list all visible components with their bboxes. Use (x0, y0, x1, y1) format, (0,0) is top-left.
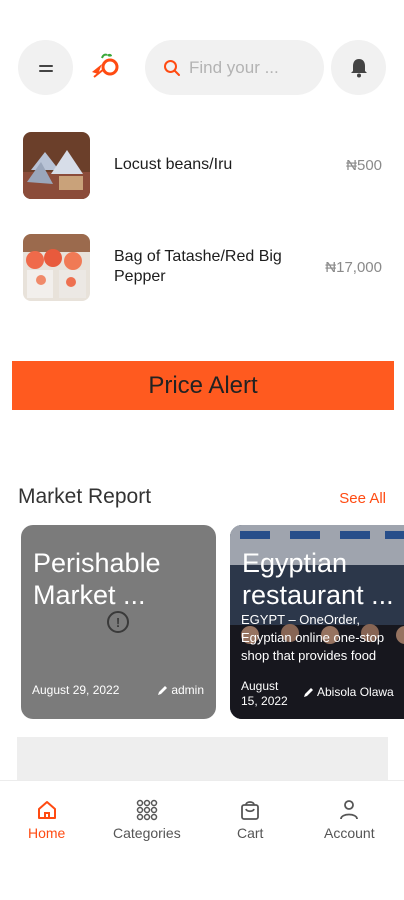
product-image (23, 131, 90, 199)
report-card[interactable]: Perishable Market ... ! August 29, 2022 … (21, 525, 216, 719)
nav-account-label: Account (324, 825, 375, 841)
date-line: 15, 2022 (241, 694, 288, 708)
report-card-author: Abisola Olawa (303, 685, 394, 699)
search-input[interactable] (189, 57, 299, 78)
pencil-icon (158, 685, 168, 695)
excerpt-line: shop that provides food (241, 648, 377, 663)
report-card[interactable]: Egyptian restaurant ... EGYPT – OneOrder… (230, 525, 404, 719)
report-card-date: August 29, 2022 (32, 683, 120, 697)
author-name: Abisola Olawa (317, 685, 394, 699)
pencil-icon (304, 687, 313, 697)
product-price: ₦500 (346, 156, 382, 174)
date-line: August (241, 679, 279, 693)
nav-home-label: Home (28, 825, 66, 841)
nav-cart-label: Cart (237, 825, 264, 841)
app-logo (92, 53, 119, 78)
nav-home[interactable]: Home (28, 799, 65, 841)
notifications-button[interactable] (331, 40, 386, 95)
nav-account[interactable]: Account (324, 799, 375, 841)
menu-icon (38, 63, 53, 73)
product-name: Bag of Tatashe/Red Big Pepper (114, 248, 282, 285)
bell-icon (350, 58, 367, 77)
menu-button[interactable] (18, 40, 73, 95)
see-all-link[interactable]: See All (339, 490, 386, 507)
app-header (18, 40, 386, 96)
search-bar[interactable] (145, 40, 324, 95)
excerpt-line: Egyptian online one-stop (241, 630, 385, 645)
product-image (23, 233, 90, 301)
user-icon (340, 800, 359, 820)
report-card-excerpt: EGYPT – OneOrder, Egyptian online one-st… (241, 611, 404, 665)
report-card-title: Egyptian restaurant ... (242, 548, 394, 610)
report-card-title: Perishable Market ... (33, 548, 161, 610)
bottom-navigation: Home Categories Cart Account (0, 780, 404, 900)
nav-categories[interactable]: Categories (113, 799, 181, 841)
content-placeholder (17, 737, 388, 780)
info-icon: ! (107, 611, 129, 633)
cart-icon (241, 801, 260, 820)
grid-icon (136, 799, 158, 821)
price-alert-button[interactable]: Price Alert (12, 361, 394, 410)
market-report-title: Market Report (18, 485, 152, 508)
home-icon (37, 801, 56, 819)
product-price: ₦17,000 (325, 258, 382, 276)
nav-categories-label: Categories (113, 825, 181, 841)
product-name: Locust beans/Iru (114, 156, 233, 173)
excerpt-line: EGYPT – OneOrder, (241, 612, 360, 627)
nav-cart[interactable]: Cart (237, 799, 263, 841)
search-icon (164, 59, 180, 76)
product-item[interactable]: Locust beans/Iru ₦500 (23, 131, 382, 199)
author-name: admin (171, 683, 204, 697)
report-card-date: August 15, 2022 (241, 679, 288, 709)
product-item[interactable]: Bag of Tatashe/Red Big Pepper ₦17,000 (23, 233, 382, 301)
report-card-author: admin (157, 683, 204, 697)
